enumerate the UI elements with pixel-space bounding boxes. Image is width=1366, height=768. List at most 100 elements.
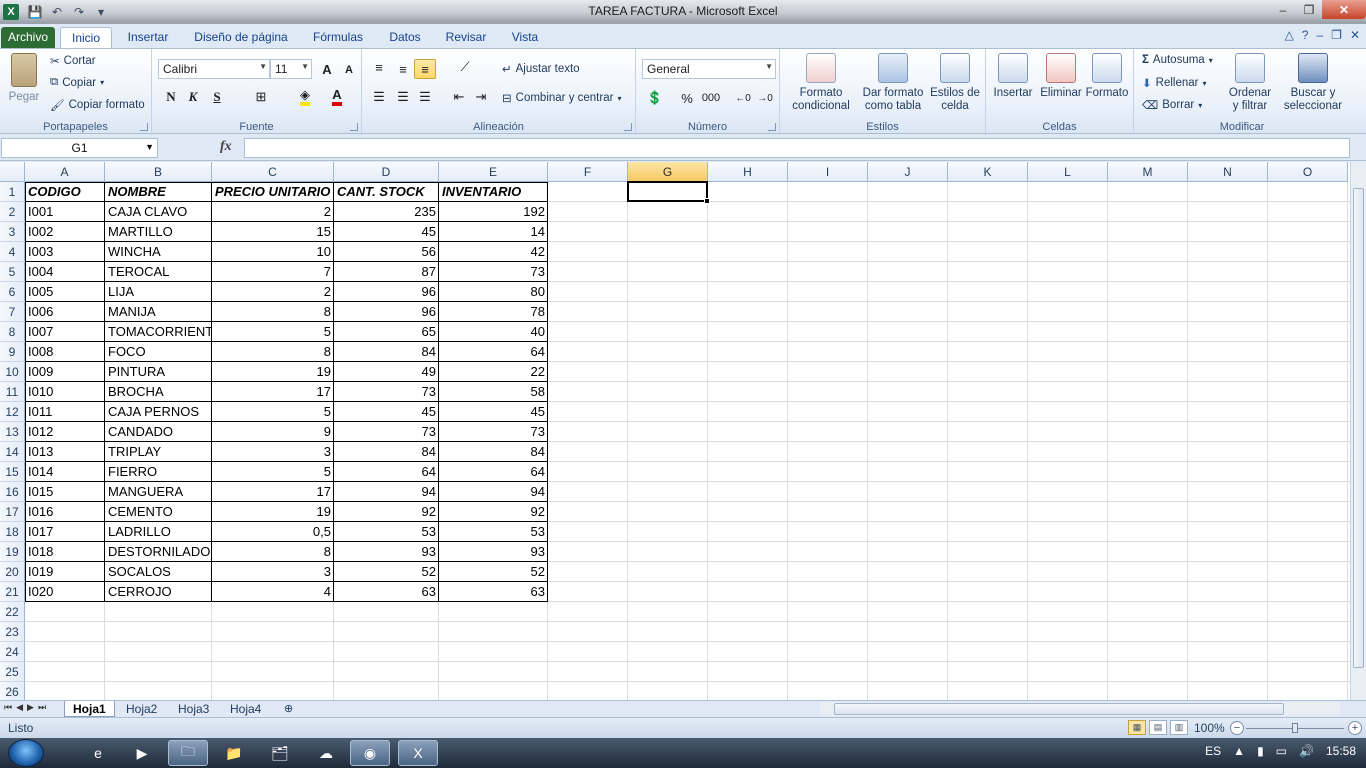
fill-button[interactable]: ⬇ Rellenar ▾ (1142, 76, 1206, 90)
cell-c14[interactable]: 3 (212, 442, 334, 462)
cell-a8[interactable]: I007 (25, 322, 105, 342)
cell-e9[interactable]: 64 (439, 342, 548, 362)
row-header-10[interactable]: 10 (0, 362, 25, 382)
cell-a19[interactable]: I018 (25, 542, 105, 562)
select-all-corner[interactable] (0, 162, 25, 182)
cell-b12[interactable]: CAJA PERNOS (105, 402, 212, 422)
align-top-icon[interactable]: ≡ (368, 57, 390, 77)
cell-e14[interactable]: 84 (439, 442, 548, 462)
row-header-2[interactable]: 2 (0, 202, 25, 222)
battery-icon[interactable]: ▭ (1276, 744, 1287, 758)
format-painter-button[interactable]: 🖌 Copiar formato (50, 98, 145, 112)
sheet-tab-hoja1[interactable]: Hoja1 (64, 701, 115, 717)
sheet-tab-hoja4[interactable]: Hoja4 (222, 701, 269, 717)
clear-button[interactable]: ⌫ Borrar ▾ (1142, 98, 1202, 112)
row-header-5[interactable]: 5 (0, 262, 25, 282)
cell-c5[interactable]: 7 (212, 262, 334, 282)
cell-e12[interactable]: 45 (439, 402, 548, 422)
row-header-21[interactable]: 21 (0, 582, 25, 602)
cell-b16[interactable]: MANGUERA (105, 482, 212, 502)
cell-a5[interactable]: I004 (25, 262, 105, 282)
cell-e2[interactable]: 192 (439, 202, 548, 222)
normal-view-icon[interactable]: ▦ (1128, 720, 1146, 735)
cell-d14[interactable]: 84 (334, 442, 439, 462)
row-header-9[interactable]: 9 (0, 342, 25, 362)
row-header-24[interactable]: 24 (0, 642, 25, 662)
language-indicator[interactable]: ES (1205, 744, 1221, 758)
tab-datos[interactable]: Datos (382, 27, 428, 48)
tab-formulas[interactable]: Fórmulas (306, 27, 370, 48)
column-header-l[interactable]: L (1028, 162, 1108, 182)
row-header-3[interactable]: 3 (0, 222, 25, 242)
cell-a11[interactable]: I010 (25, 382, 105, 402)
row-header-8[interactable]: 8 (0, 322, 25, 342)
grow-font-button[interactable]: A (316, 59, 338, 79)
maximize-button[interactable]: ❐ (1296, 0, 1322, 19)
tray-expand-icon[interactable]: ▲ (1233, 744, 1245, 758)
start-button[interactable] (8, 739, 44, 767)
prev-sheet-icon[interactable]: ◀ (16, 702, 23, 713)
cell-a2[interactable]: I001 (25, 202, 105, 222)
format-as-table-button[interactable]: Dar formato como tabla (858, 53, 928, 113)
cell-b8[interactable]: TOMACORRIENTE (105, 322, 212, 342)
dialog-launcher-icon[interactable] (768, 123, 776, 131)
dialog-launcher-icon[interactable] (624, 123, 632, 131)
cell-d5[interactable]: 87 (334, 262, 439, 282)
volume-icon[interactable]: 🔊 (1299, 744, 1314, 758)
app-icon[interactable]: 🗂 (260, 740, 300, 766)
cell-b17[interactable]: CEMENTO (105, 502, 212, 522)
cell-e5[interactable]: 73 (439, 262, 548, 282)
font-size-select[interactable]: 11 ▼ (270, 59, 312, 79)
cell-e10[interactable]: 22 (439, 362, 548, 382)
cell-e20[interactable]: 52 (439, 562, 548, 582)
cell-b7[interactable]: MANIJA (105, 302, 212, 322)
minimize-ribbon-icon[interactable]: △ (1285, 28, 1294, 42)
cell-a6[interactable]: I005 (25, 282, 105, 302)
cell-b21[interactable]: CERROJO (105, 582, 212, 602)
cell-e1[interactable]: INVENTARIO (439, 182, 548, 202)
borders-icon[interactable]: ⊞ (250, 87, 272, 107)
cell-a9[interactable]: I008 (25, 342, 105, 362)
cell-a4[interactable]: I003 (25, 242, 105, 262)
row-header-15[interactable]: 15 (0, 462, 25, 482)
row-header-4[interactable]: 4 (0, 242, 25, 262)
zoom-out-button[interactable]: − (1230, 721, 1244, 735)
cell-c2[interactable]: 2 (212, 202, 334, 222)
row-header-14[interactable]: 14 (0, 442, 25, 462)
sheet-tab-hoja3[interactable]: Hoja3 (170, 701, 217, 717)
workbook-restore-button[interactable]: ❐ (1331, 28, 1342, 42)
cell-d15[interactable]: 64 (334, 462, 439, 482)
row-header-16[interactable]: 16 (0, 482, 25, 502)
number-format-select[interactable]: General ▼ (642, 59, 776, 79)
font-name-select[interactable]: Calibri ▼ (158, 59, 270, 79)
cell-d21[interactable]: 63 (334, 582, 439, 602)
cell-c18[interactable]: 0,5 (212, 522, 334, 542)
cell-d9[interactable]: 84 (334, 342, 439, 362)
explorer-icon[interactable]: 🗀 (168, 740, 208, 766)
row-header-11[interactable]: 11 (0, 382, 25, 402)
cell-a10[interactable]: I009 (25, 362, 105, 382)
align-center-icon[interactable]: ☰ (392, 87, 414, 107)
cell-a16[interactable]: I015 (25, 482, 105, 502)
paste-button[interactable]: Pegar (4, 53, 44, 104)
excel-taskbar-icon[interactable]: X (398, 740, 438, 766)
cell-b20[interactable]: SOCALOS (105, 562, 212, 582)
last-sheet-icon[interactable]: ⏭ (38, 702, 46, 713)
column-header-d[interactable]: D (334, 162, 439, 182)
cell-b15[interactable]: FIERRO (105, 462, 212, 482)
cell-c11[interactable]: 17 (212, 382, 334, 402)
cell-e17[interactable]: 92 (439, 502, 548, 522)
increase-decimal-icon[interactable]: ←0 (732, 88, 754, 108)
row-header-1[interactable]: 1 (0, 182, 25, 202)
column-header-h[interactable]: H (708, 162, 788, 182)
row-header-25[interactable]: 25 (0, 662, 25, 682)
cell-d17[interactable]: 92 (334, 502, 439, 522)
new-sheet-icon[interactable]: ⊕ (276, 701, 301, 717)
cell-b11[interactable]: BROCHA (105, 382, 212, 402)
row-header-17[interactable]: 17 (0, 502, 25, 522)
cell-d2[interactable]: 235 (334, 202, 439, 222)
tab-diseno-pagina[interactable]: Diseño de página (188, 27, 294, 48)
cell-c8[interactable]: 5 (212, 322, 334, 342)
column-header-k[interactable]: K (948, 162, 1028, 182)
copy-button[interactable]: ⧉ Copiar ▾ (50, 76, 104, 89)
